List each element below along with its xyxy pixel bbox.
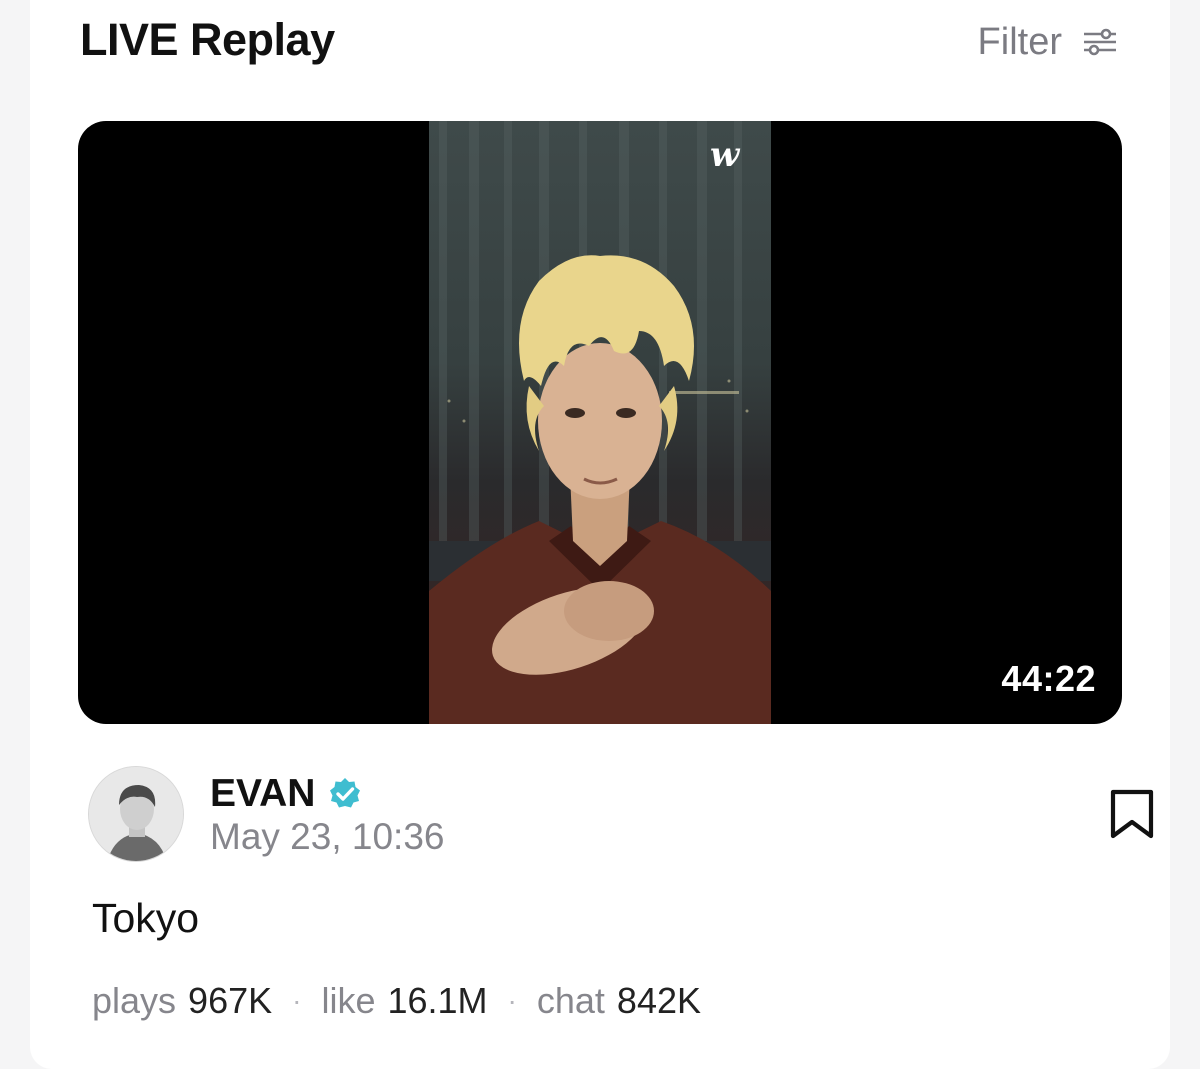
like-label: like (321, 980, 376, 1021)
author-row: EVAN (210, 772, 363, 816)
post-meta: EVAN May 23, 10:36 (88, 766, 1154, 866)
sliders-icon (1084, 28, 1116, 56)
section-header: LIVE Replay Filter (30, 0, 1170, 90)
avatar-image (89, 767, 183, 861)
section-title: LIVE Replay (80, 14, 335, 65)
avatar[interactable] (88, 766, 184, 862)
filter-button[interactable]: Filter (978, 18, 1118, 66)
author-name[interactable]: EVAN (210, 772, 315, 816)
filter-label: Filter (977, 20, 1062, 63)
plays-count: 967K (188, 980, 273, 1021)
post-caption: Tokyo (92, 895, 200, 941)
watermark-logo: w (710, 135, 740, 175)
video-thumbnail[interactable]: w 44:22 (78, 121, 1122, 724)
chat-label: chat (536, 980, 605, 1021)
separator-dot: · (292, 985, 302, 1016)
bookmark-icon[interactable] (1108, 788, 1156, 840)
video-frame (429, 121, 771, 724)
like-count: 16.1M (387, 980, 488, 1021)
verified-badge-icon (330, 778, 361, 808)
live-replay-card: LIVE Replay Filter w 44:22 EVAN May 23, … (30, 0, 1170, 1069)
plays-label: plays (92, 980, 177, 1021)
stats-row: plays 967K · like 16.1M · chat 842K (92, 980, 701, 1022)
portrait-image (429, 121, 771, 724)
post-date: May 23, 10:36 (210, 816, 445, 857)
video-duration: 44:22 (1001, 658, 1096, 699)
chat-count: 842K (616, 980, 701, 1021)
separator-dot: · (507, 985, 517, 1016)
